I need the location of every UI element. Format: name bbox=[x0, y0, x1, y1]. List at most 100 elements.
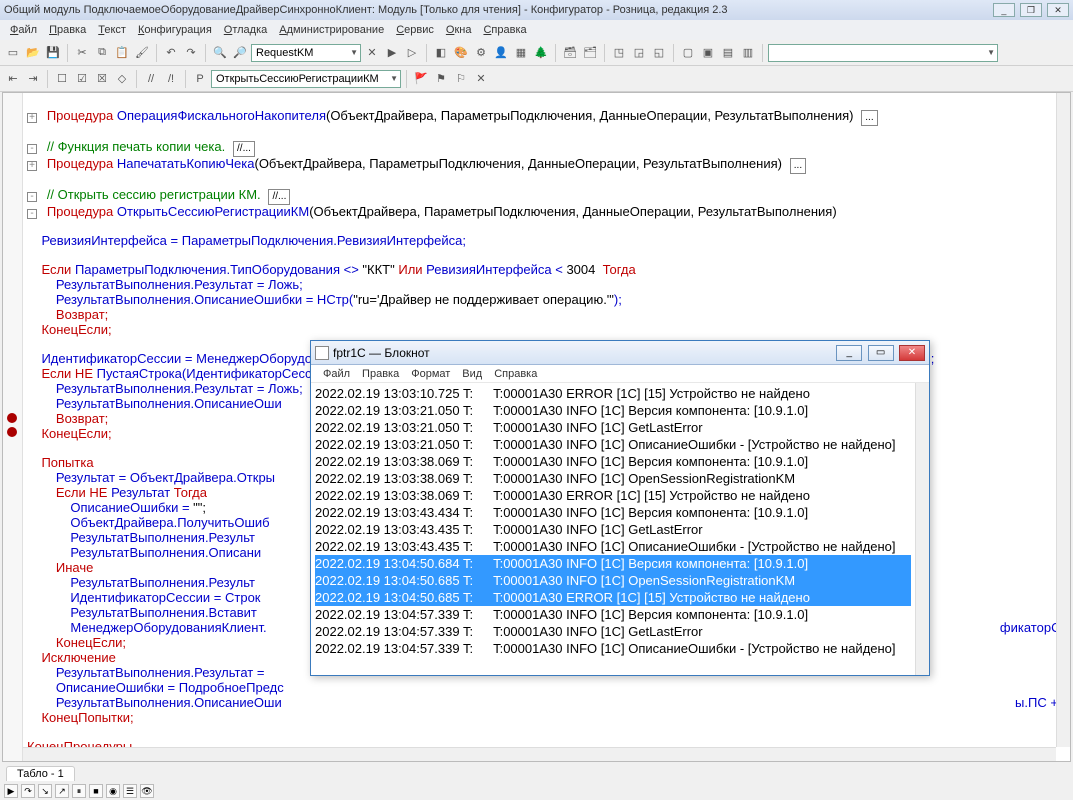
log-line[interactable]: 2022.02.19 13:03:38.069 T:T:00001A30 INF… bbox=[315, 453, 911, 470]
app-title: Общий модуль ПодключаемоеОборудованиеДра… bbox=[4, 4, 728, 16]
notepad-window[interactable]: fptr1C — Блокнот _ ▭ ✕ ФайлПравкаФорматВ… bbox=[310, 340, 930, 676]
log-line[interactable]: 2022.02.19 13:03:21.050 T:T:00001A30 INF… bbox=[315, 436, 911, 453]
debug-pause-icon[interactable]: ⏸ bbox=[72, 784, 86, 798]
box-icon[interactable]: 🗂 bbox=[581, 44, 599, 62]
restore-button[interactable]: ❐ bbox=[1020, 3, 1042, 17]
debug-break-icon[interactable]: ◉ bbox=[106, 784, 120, 798]
notepad-title-bar[interactable]: fptr1C — Блокнот _ ▭ ✕ bbox=[311, 341, 929, 365]
menu-item-3[interactable]: Конфигурация bbox=[132, 22, 218, 38]
log-line[interactable]: 2022.02.19 13:03:10.725 T:T:00001A30 ERR… bbox=[315, 385, 911, 402]
grid-icon[interactable]: ▦ bbox=[512, 44, 530, 62]
proc-icon[interactable]: P bbox=[191, 70, 209, 88]
minimize-button[interactable]: _ bbox=[993, 3, 1015, 17]
close-button[interactable]: ✕ bbox=[1047, 3, 1069, 17]
log-line[interactable]: 2022.02.19 13:03:38.069 T:T:00001A30 INF… bbox=[315, 470, 911, 487]
run-icon[interactable]: ▷ bbox=[403, 44, 421, 62]
scrollbar-vertical[interactable] bbox=[1056, 93, 1070, 747]
np-menu-item-1[interactable]: Правка bbox=[356, 367, 405, 381]
indent-right-icon[interactable]: ⇥ bbox=[24, 70, 42, 88]
next-icon[interactable]: ▶ bbox=[383, 44, 401, 62]
cube2-icon[interactable]: ◲ bbox=[630, 44, 648, 62]
form3-icon[interactable]: ▤ bbox=[719, 44, 737, 62]
np-menu-item-3[interactable]: Вид bbox=[456, 367, 488, 381]
notepad-scrollbar[interactable] bbox=[915, 383, 929, 675]
log-line[interactable]: 2022.02.19 13:03:21.050 T:T:00001A30 INF… bbox=[315, 402, 911, 419]
log-line[interactable]: 2022.02.19 13:03:43.435 T:T:00001A30 INF… bbox=[315, 538, 911, 555]
debug-over-icon[interactable]: ↷ bbox=[21, 784, 35, 798]
person-icon[interactable]: 👤 bbox=[492, 44, 510, 62]
menu-item-7[interactable]: Окна bbox=[440, 22, 478, 38]
form4-icon[interactable]: ▥ bbox=[739, 44, 757, 62]
address-combo[interactable]: ▼ bbox=[768, 44, 998, 62]
mark4-icon[interactable]: ◇ bbox=[113, 70, 131, 88]
cube1-icon[interactable]: ◳ bbox=[610, 44, 628, 62]
log-line[interactable]: 2022.02.19 13:03:21.050 T:T:00001A30 INF… bbox=[315, 419, 911, 436]
flag4-icon[interactable]: ✕ bbox=[472, 70, 490, 88]
log-line[interactable]: 2022.02.19 13:04:50.685 T:T:00001A30 ERR… bbox=[315, 589, 911, 606]
log-line[interactable]: 2022.02.19 13:04:50.684 T:T:00001A30 INF… bbox=[315, 555, 911, 572]
cut-icon[interactable]: ✂ bbox=[73, 44, 91, 62]
debug-into-icon[interactable]: ↘ bbox=[38, 784, 52, 798]
np-close-button[interactable]: ✕ bbox=[899, 345, 925, 361]
tab-tablo[interactable]: Табло - 1 bbox=[6, 766, 75, 781]
copy-icon[interactable]: ⧉ bbox=[93, 44, 111, 62]
menu-item-6[interactable]: Сервис bbox=[390, 22, 440, 38]
debug-vars-icon[interactable]: ☰ bbox=[123, 784, 137, 798]
form1-icon[interactable]: ▢ bbox=[679, 44, 697, 62]
redo-icon[interactable]: ↷ bbox=[182, 44, 200, 62]
np-menu-item-2[interactable]: Формат bbox=[405, 367, 456, 381]
menu-item-0[interactable]: Файл bbox=[4, 22, 43, 38]
form2-icon[interactable]: ▣ bbox=[699, 44, 717, 62]
breakpoint-icon[interactable] bbox=[7, 413, 17, 423]
comment-icon[interactable]: // bbox=[142, 70, 160, 88]
paste-icon[interactable]: 📋 bbox=[113, 44, 131, 62]
np-menu-item-0[interactable]: Файл bbox=[317, 367, 356, 381]
np-minimize-button[interactable]: _ bbox=[836, 345, 862, 361]
debug-out-icon[interactable]: ↗ bbox=[55, 784, 69, 798]
flag2-icon[interactable]: ⚑ bbox=[432, 70, 450, 88]
mark1-icon[interactable]: ☐ bbox=[53, 70, 71, 88]
debug-stop-icon[interactable]: ■ bbox=[89, 784, 103, 798]
palette-icon[interactable]: 🎨 bbox=[452, 44, 470, 62]
debug-step-icon[interactable]: ▶ bbox=[4, 784, 18, 798]
log-line[interactable]: 2022.02.19 13:04:57.339 T:T:00001A30 INF… bbox=[315, 606, 911, 623]
log-line[interactable]: 2022.02.19 13:03:38.069 T:T:00001A30 ERR… bbox=[315, 487, 911, 504]
log-line[interactable]: 2022.02.19 13:04:57.339 T:T:00001A30 INF… bbox=[315, 623, 911, 640]
flag3-icon[interactable]: ⚐ bbox=[452, 70, 470, 88]
flag1-icon[interactable]: 🚩 bbox=[412, 70, 430, 88]
notepad-body[interactable]: 2022.02.19 13:03:10.725 T:T:00001A30 ERR… bbox=[311, 383, 915, 675]
find-combo[interactable]: RequestKM▼ bbox=[251, 44, 361, 62]
menu-item-8[interactable]: Справка bbox=[477, 22, 532, 38]
undo-icon[interactable]: ↶ bbox=[162, 44, 180, 62]
cube3-icon[interactable]: ◱ bbox=[650, 44, 668, 62]
log-line[interactable]: 2022.02.19 13:04:57.339 T:T:00001A30 INF… bbox=[315, 640, 911, 657]
save-icon[interactable]: 💾 bbox=[44, 44, 62, 62]
search-icon[interactable]: 🔎 bbox=[231, 44, 249, 62]
gear-icon[interactable]: ⚙ bbox=[472, 44, 490, 62]
np-menu-item-4[interactable]: Справка bbox=[488, 367, 543, 381]
new-icon[interactable]: ▭ bbox=[4, 44, 22, 62]
open-icon[interactable]: 📂 bbox=[24, 44, 42, 62]
mark3-icon[interactable]: ☒ bbox=[93, 70, 111, 88]
np-maximize-button[interactable]: ▭ bbox=[868, 345, 894, 361]
log-line[interactable]: 2022.02.19 13:04:50.685 T:T:00001A30 INF… bbox=[315, 572, 911, 589]
find-icon[interactable]: 🔍 bbox=[211, 44, 229, 62]
log-line[interactable]: 2022.02.19 13:03:43.434 T:T:00001A30 INF… bbox=[315, 504, 911, 521]
paint-icon[interactable]: 🖌 bbox=[133, 44, 151, 62]
menu-item-5[interactable]: Администрирование bbox=[273, 22, 390, 38]
close-find-icon[interactable]: ✕ bbox=[363, 44, 381, 62]
scrollbar-horizontal[interactable] bbox=[23, 747, 1056, 761]
debug-watch-icon[interactable]: 👁 bbox=[140, 784, 154, 798]
menu-item-1[interactable]: Правка bbox=[43, 22, 92, 38]
mark2-icon[interactable]: ☑ bbox=[73, 70, 91, 88]
db-icon[interactable]: 🗃 bbox=[561, 44, 579, 62]
indent-left-icon[interactable]: ⇤ bbox=[4, 70, 22, 88]
uncomment-icon[interactable]: /! bbox=[162, 70, 180, 88]
menu-item-2[interactable]: Текст bbox=[92, 22, 132, 38]
chart-icon[interactable]: ◧ bbox=[432, 44, 450, 62]
tree-icon[interactable]: 🌲 bbox=[532, 44, 550, 62]
procedure-combo[interactable]: ОткрытьСессиюРегистрацииКМ▼ bbox=[211, 70, 401, 88]
menu-item-4[interactable]: Отладка bbox=[218, 22, 274, 38]
breakpoint-icon[interactable] bbox=[7, 427, 17, 437]
log-line[interactable]: 2022.02.19 13:03:43.435 T:T:00001A30 INF… bbox=[315, 521, 911, 538]
